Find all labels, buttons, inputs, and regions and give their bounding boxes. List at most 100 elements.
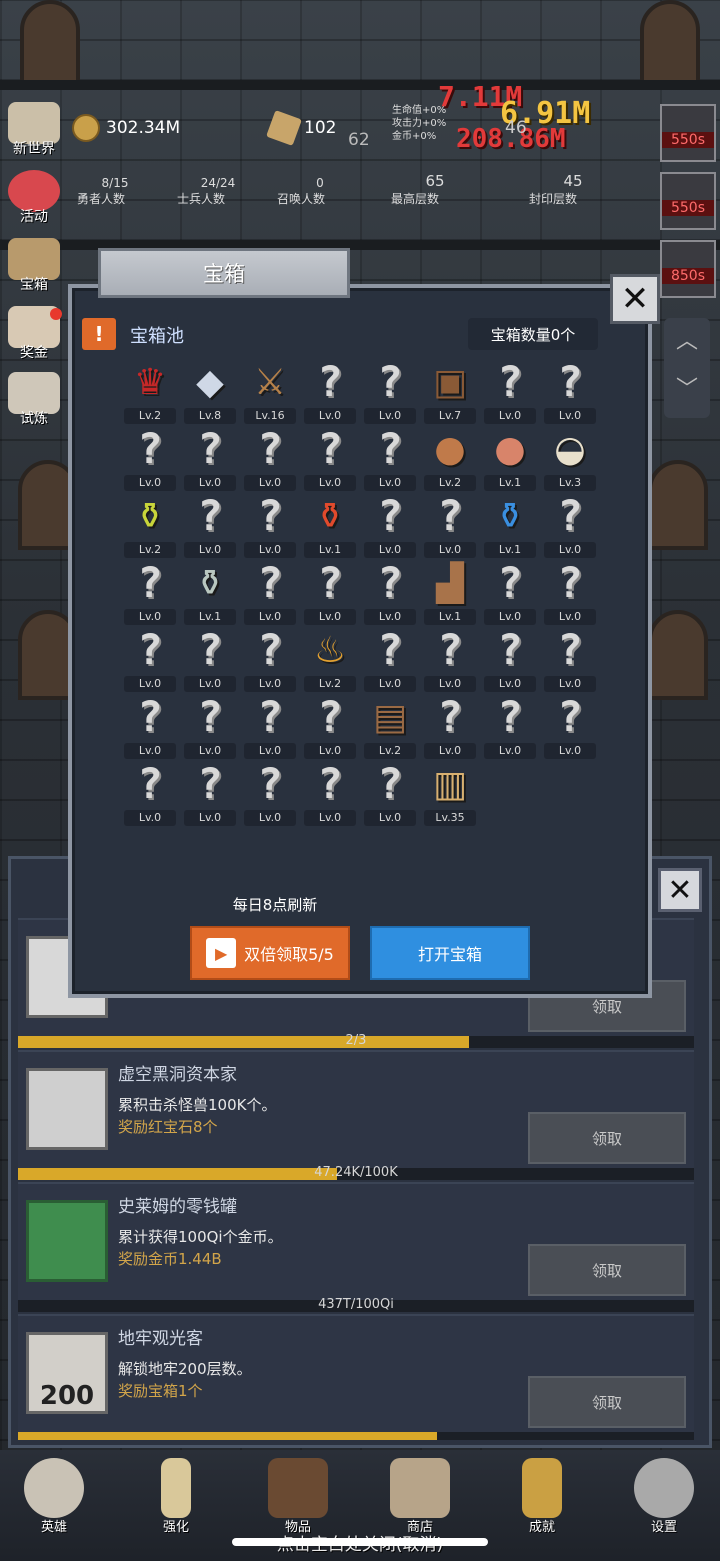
side-menu-trial[interactable]: 试炼 xyxy=(2,372,66,432)
beer-mug-icon xyxy=(390,1458,450,1518)
item-pool-cell[interactable]: ? Lv.0 xyxy=(120,559,180,627)
item-pool-cell[interactable]: ? Lv.0 xyxy=(540,492,600,560)
item-pool-cell[interactable]: ? Lv.0 xyxy=(120,626,180,694)
side-menu-chest[interactable]: 宝箱 xyxy=(2,238,66,298)
ham-icon: ● xyxy=(434,428,466,470)
item-pool-cell[interactable]: ? Lv.0 xyxy=(180,626,240,694)
home-indicator[interactable] xyxy=(232,1538,488,1546)
nav-settings[interactable]: 设置 xyxy=(614,1458,714,1538)
item-pool-cell[interactable]: ? Lv.0 xyxy=(360,760,420,828)
timed-buff-badge[interactable]: 550s xyxy=(660,172,716,230)
rice-icon: ◒ xyxy=(554,428,586,470)
item-pool-cell[interactable]: ? Lv.0 xyxy=(120,425,180,493)
scroll-arrows[interactable]: ︿ ﹀ xyxy=(664,318,710,418)
claim-button[interactable]: 领取 xyxy=(528,1112,686,1164)
notification-dot xyxy=(50,308,62,320)
item-pool-cell[interactable]: ● Lv.2 xyxy=(420,425,480,493)
nav-shop[interactable]: 商店 xyxy=(370,1458,470,1538)
item-pool-cell[interactable]: ⚔ Lv.16 xyxy=(240,358,300,426)
side-menu-new-world[interactable]: 新世界 xyxy=(2,102,66,162)
item-pool-cell[interactable]: ? Lv.0 xyxy=(360,559,420,627)
item-pool-cell[interactable]: ? Lv.0 xyxy=(360,626,420,694)
item-pool-cell[interactable]: ? Lv.0 xyxy=(480,559,540,627)
item-pool-cell[interactable]: ? Lv.0 xyxy=(540,559,600,627)
item-pool-cell[interactable]: ? Lv.0 xyxy=(420,492,480,560)
item-pool-cell[interactable]: ? Lv.0 xyxy=(240,626,300,694)
item-pool-cell[interactable]: ? Lv.0 xyxy=(360,492,420,560)
side-menu-activity[interactable]: 活动 xyxy=(2,170,66,230)
item-pool-cell[interactable]: ? Lv.0 xyxy=(360,358,420,426)
item-pool-cell[interactable]: ? Lv.0 xyxy=(540,358,600,426)
achievement-row: 200 地牢观光客 解锁地牢200层数。 奖励宝箱1个 领取 xyxy=(18,1314,694,1432)
timed-buff-badge[interactable]: 550s xyxy=(660,104,716,162)
unknown-icon: ? xyxy=(197,491,223,540)
item-pool-cell[interactable]: ? Lv.0 xyxy=(120,760,180,828)
item-level: Lv.35 xyxy=(424,810,476,826)
item-pool-cell[interactable]: ◆ Lv.8 xyxy=(180,358,240,426)
item-pool-cell[interactable]: ? Lv.0 xyxy=(540,626,600,694)
item-pool-cell[interactable]: ▟ Lv.1 xyxy=(420,559,480,627)
item-pool-cell[interactable]: ▥ Lv.35 xyxy=(420,760,480,828)
item-pool-cell[interactable]: ◒ Lv.3 xyxy=(540,425,600,493)
achievements-close-button[interactable]: ✕ xyxy=(658,868,702,912)
item-pool-cell[interactable]: ? Lv.0 xyxy=(240,760,300,828)
item-pool-cell[interactable]: ? Lv.0 xyxy=(180,760,240,828)
open-chest-button[interactable]: 打开宝箱 xyxy=(370,926,530,980)
unknown-icon: ? xyxy=(137,424,163,473)
unknown-icon: ? xyxy=(257,692,283,741)
item-pool-cell[interactable]: ? Lv.0 xyxy=(240,492,300,560)
item-pool-cell[interactable]: ⚱ Lv.2 xyxy=(120,492,180,560)
nav-achievements[interactable]: 成就 xyxy=(492,1458,592,1538)
item-pool-cell[interactable]: ? Lv.0 xyxy=(240,425,300,493)
chevron-up-icon[interactable]: ︿ xyxy=(664,318,710,366)
item-pool-cell[interactable]: ? Lv.0 xyxy=(480,693,540,761)
item-pool-cell[interactable]: ? Lv.0 xyxy=(300,559,360,627)
nav-heroes[interactable]: 英雄 xyxy=(4,1458,104,1538)
item-pool-cell[interactable]: ? Lv.0 xyxy=(240,559,300,627)
item-pool-cell[interactable]: ? Lv.0 xyxy=(420,693,480,761)
double-claim-button[interactable]: ▶ 双倍领取5/5 xyxy=(190,926,350,980)
progress-fill xyxy=(18,1432,438,1440)
floor-right-value: 46 xyxy=(505,118,527,138)
unknown-icon: ? xyxy=(497,625,523,674)
item-pool-cell[interactable]: ? Lv.0 xyxy=(300,358,360,426)
item-pool-cell[interactable]: ? Lv.0 xyxy=(180,425,240,493)
item-pool-cell[interactable]: ? Lv.0 xyxy=(120,693,180,761)
item-pool-cell[interactable]: ? Lv.0 xyxy=(480,626,540,694)
item-pool-cell[interactable]: ⚱ Lv.1 xyxy=(480,492,540,560)
item-pool-cell[interactable]: ⚱ Lv.1 xyxy=(300,492,360,560)
unknown-icon: ? xyxy=(377,625,403,674)
item-pool-cell[interactable]: ♛ Lv.2 xyxy=(120,358,180,426)
close-icon: ✕ xyxy=(620,279,650,319)
item-pool-cell[interactable]: ? Lv.0 xyxy=(540,693,600,761)
summon-count-stat: 0 召唤人数 xyxy=(276,176,325,206)
chevron-down-icon[interactable]: ﹀ xyxy=(664,366,710,414)
modal-title-tab: 宝箱 xyxy=(98,248,350,298)
claim-button[interactable]: 领取 xyxy=(528,1376,686,1428)
dungeon-door xyxy=(640,0,700,90)
item-pool-cell[interactable]: ? Lv.0 xyxy=(300,425,360,493)
item-pool-cell[interactable]: ? Lv.0 xyxy=(480,358,540,426)
item-pool-cell[interactable]: ? Lv.0 xyxy=(420,626,480,694)
nav-upgrade[interactable]: 强化 xyxy=(126,1458,226,1538)
item-pool-cell[interactable]: ▣ Lv.7 xyxy=(420,358,480,426)
item-pool-cell[interactable]: ? Lv.0 xyxy=(300,693,360,761)
achievement-progress xyxy=(18,1432,694,1440)
item-pool-cell[interactable]: ● Lv.1 xyxy=(480,425,540,493)
item-pool-cell[interactable]: ♨ Lv.2 xyxy=(300,626,360,694)
item-pool-cell[interactable]: ? Lv.0 xyxy=(180,693,240,761)
modal-close-button[interactable]: ✕ xyxy=(610,274,660,324)
item-pool-cell[interactable]: ? Lv.0 xyxy=(240,693,300,761)
item-level: Lv.0 xyxy=(124,609,176,625)
nav-items[interactable]: 物品 xyxy=(248,1458,348,1538)
item-pool-cell[interactable]: ? Lv.0 xyxy=(360,425,420,493)
item-pool-cell[interactable]: ▤ Lv.2 xyxy=(360,693,420,761)
item-level: Lv.2 xyxy=(124,542,176,558)
timed-buff-badge[interactable]: 850s xyxy=(660,240,716,298)
item-pool-cell[interactable]: ? Lv.0 xyxy=(180,492,240,560)
item-pool-cell[interactable]: ⚱ Lv.1 xyxy=(180,559,240,627)
unknown-icon: ? xyxy=(257,558,283,607)
unknown-icon: ? xyxy=(497,692,523,741)
item-pool-cell[interactable]: ? Lv.0 xyxy=(300,760,360,828)
claim-button[interactable]: 领取 xyxy=(528,1244,686,1296)
